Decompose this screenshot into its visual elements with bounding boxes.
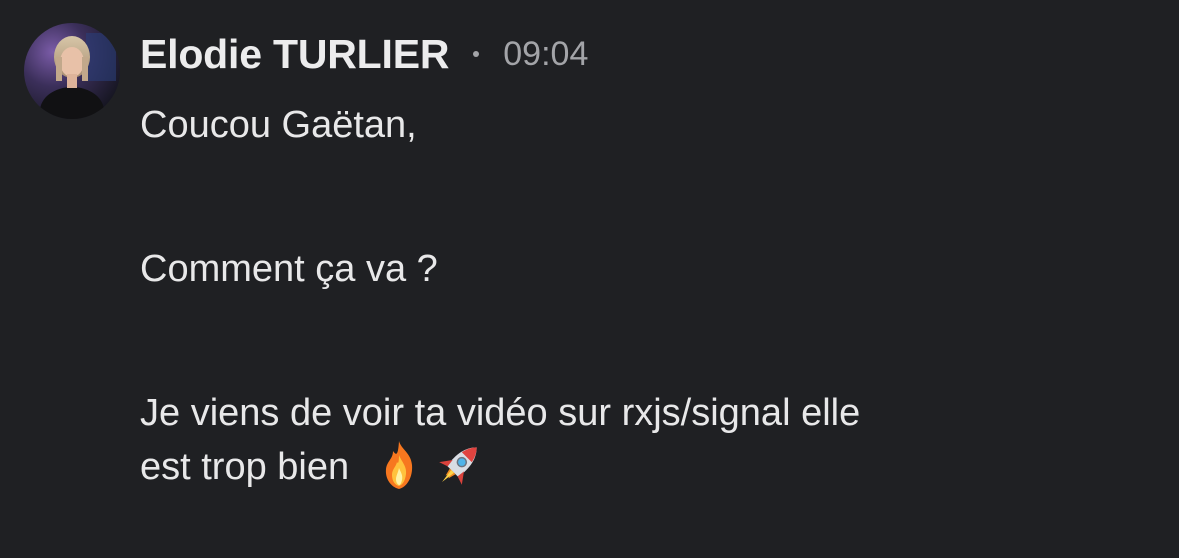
message-line: Coucou Gaëtan, bbox=[140, 104, 417, 146]
message-header: Elodie TURLIER 09:04 bbox=[140, 28, 588, 80]
chat-message: Elodie TURLIER 09:04 Coucou Gaëtan, Comm… bbox=[0, 0, 1179, 558]
author-name[interactable]: Elodie TURLIER bbox=[140, 31, 449, 78]
timestamp: 09:04 bbox=[503, 34, 589, 73]
avatar[interactable] bbox=[24, 23, 120, 119]
rocket-icon bbox=[431, 437, 487, 493]
message-line-with-emojis: est trop bien bbox=[140, 437, 1150, 493]
message-line: Je viens de voir ta vidéo sur rxjs/signa… bbox=[140, 392, 861, 434]
separator-dot bbox=[473, 51, 480, 57]
message-line-text: est trop bien bbox=[140, 446, 350, 488]
message-body: Coucou Gaëtan, Comment ça va ? Je viens … bbox=[140, 101, 1150, 493]
fire-icon bbox=[371, 437, 427, 493]
message-line: Comment ça va ? bbox=[140, 248, 438, 290]
